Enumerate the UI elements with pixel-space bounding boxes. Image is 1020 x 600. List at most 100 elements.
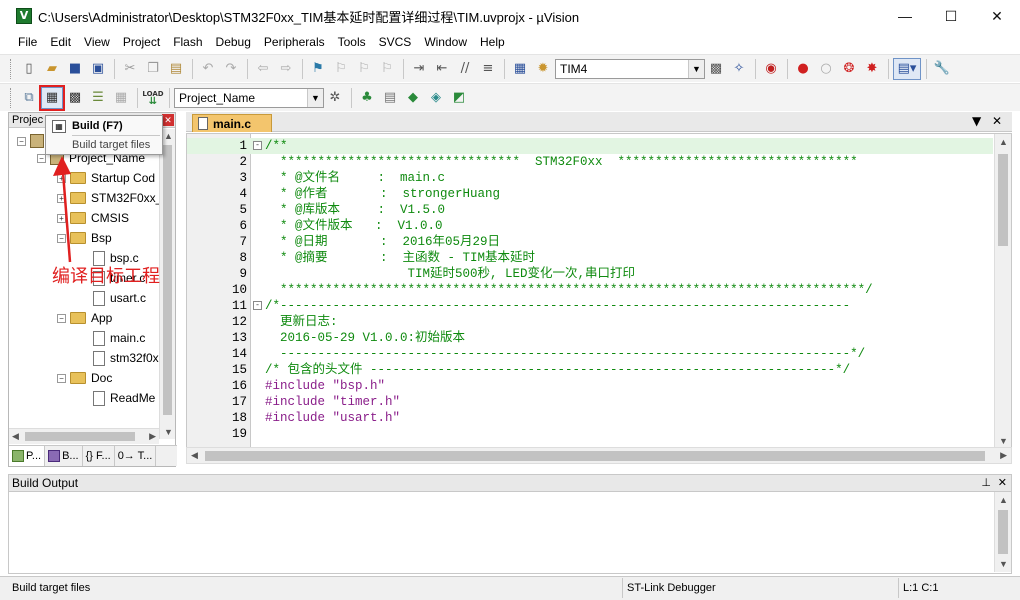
target-combo[interactable]: TIM4 ▼ bbox=[555, 58, 705, 79]
clear-bookmarks-icon[interactable]: ⚐ bbox=[376, 58, 398, 80]
wizard-icon[interactable]: ✧ bbox=[728, 58, 750, 80]
target-icon[interactable]: ✹ bbox=[532, 58, 554, 80]
find-icon[interactable]: ▩ bbox=[705, 58, 727, 80]
scrollbar-thumb[interactable] bbox=[25, 432, 135, 441]
tree-item-stm32f0x[interactable]: stm32f0x bbox=[93, 348, 159, 368]
target-options-icon[interactable]: ✲ bbox=[324, 87, 346, 109]
tab-main-c[interactable]: main.c bbox=[192, 114, 272, 132]
tab-project[interactable]: P... bbox=[9, 446, 46, 466]
build-output-scrollbar[interactable]: ▲ ▼ bbox=[994, 492, 1011, 572]
tree-item-readme[interactable]: ReadMe bbox=[93, 388, 155, 408]
project-vertical-scrollbar[interactable]: ▲ ▼ bbox=[159, 129, 175, 439]
disable-all-breakpoints-icon[interactable]: ❂ bbox=[838, 58, 860, 80]
code-line[interactable]: 5 * @库版本 : V1.5.0 bbox=[187, 202, 993, 218]
find-in-files-icon[interactable]: ▦ bbox=[509, 58, 531, 80]
menu-peripherals[interactable]: Peripherals bbox=[258, 32, 331, 52]
build-output-panel[interactable]: ▲ ▼ bbox=[8, 492, 1012, 574]
code-line[interactable]: 9 TIM延时500秒, LED变化一次,串口打印 bbox=[187, 266, 993, 282]
navigate-back-icon[interactable]: ⇦ bbox=[252, 58, 274, 80]
breakpoint-icon[interactable]: ● bbox=[792, 58, 814, 80]
code-line[interactable]: 8 * @摘要 : 主函数 - TIM基本延时 bbox=[187, 250, 993, 266]
collapse-icon[interactable]: − bbox=[57, 313, 66, 323]
uncomment-icon[interactable]: ≡ bbox=[477, 58, 499, 80]
save-all-icon[interactable]: ▣ bbox=[87, 58, 109, 80]
translate-icon[interactable]: ⧉ bbox=[18, 87, 40, 109]
paste-icon[interactable]: ▤ bbox=[165, 58, 187, 80]
code-line[interactable]: 4 * @作者 : strongerHuang bbox=[187, 186, 993, 202]
tab-functions[interactable]: {} F... bbox=[83, 446, 115, 466]
code-line[interactable]: 19 bbox=[187, 426, 993, 442]
menu-help[interactable]: Help bbox=[474, 32, 511, 52]
menu-window[interactable]: Window bbox=[418, 32, 473, 52]
code-line[interactable]: 12 更新日志: bbox=[187, 314, 993, 330]
scroll-right-icon[interactable]: ▶ bbox=[1000, 450, 1007, 461]
pack-installer-icon[interactable]: ◩ bbox=[448, 87, 470, 109]
maximize-button[interactable]: ☐ bbox=[928, 0, 974, 32]
kill-breakpoints-icon[interactable]: ✸ bbox=[861, 58, 883, 80]
scroll-up-icon[interactable]: ▲ bbox=[999, 495, 1008, 505]
window-layout-icon[interactable]: ▤▾ bbox=[893, 57, 921, 80]
prev-bookmark-icon[interactable]: ⚐ bbox=[330, 58, 352, 80]
redo-icon[interactable]: ↷ bbox=[220, 58, 242, 80]
new-file-icon[interactable]: ▯ bbox=[18, 58, 40, 80]
project-horizontal-scrollbar[interactable]: ◀ ▶ bbox=[9, 428, 159, 444]
tree-item-main-c[interactable]: main.c bbox=[93, 328, 145, 348]
code-line[interactable]: 17 #include "timer.h" bbox=[187, 394, 993, 410]
scroll-up-icon[interactable]: ▲ bbox=[164, 131, 173, 141]
code-line[interactable]: 18 #include "usart.h" bbox=[187, 410, 993, 426]
collapse-icon[interactable]: − bbox=[57, 373, 66, 383]
stop-build-icon[interactable]: ▦ bbox=[110, 87, 132, 109]
next-bookmark-icon[interactable]: ⚐ bbox=[353, 58, 375, 80]
menu-project[interactable]: Project bbox=[117, 32, 166, 52]
code-line[interactable]: 13 2016-05-29 V1.0.0:初始版本 bbox=[187, 330, 993, 346]
code-line[interactable]: 11-/*-----------------------------------… bbox=[187, 298, 993, 314]
menu-flash[interactable]: Flash bbox=[167, 32, 208, 52]
code-line[interactable]: 1-/** bbox=[187, 138, 993, 154]
pin-icon[interactable]: ⊥ bbox=[981, 475, 991, 491]
indent-icon[interactable]: ⇥ bbox=[408, 58, 430, 80]
close-tab-icon[interactable]: ✕ bbox=[992, 114, 1002, 128]
manage-components-icon[interactable]: ♣ bbox=[356, 87, 378, 109]
build-icon[interactable]: ▦ bbox=[39, 84, 65, 111]
cut-icon[interactable]: ✂ bbox=[119, 58, 141, 80]
menu-debug[interactable]: Debug bbox=[210, 32, 257, 52]
chevron-down-icon[interactable]: ▼ bbox=[688, 59, 704, 78]
chevron-down-icon[interactable]: ▼ bbox=[307, 88, 323, 107]
fold-toggle-icon[interactable]: - bbox=[253, 141, 262, 150]
tab-templates[interactable]: 0→ T... bbox=[115, 446, 157, 466]
code-line[interactable]: 16 #include "bsp.h" bbox=[187, 378, 993, 394]
editor-vertical-scrollbar[interactable]: ▲ ▼ bbox=[994, 134, 1011, 447]
file-extensions-icon[interactable]: ▤ bbox=[379, 87, 401, 109]
tab-books[interactable]: B... bbox=[45, 446, 83, 466]
code-line[interactable]: 14 -------------------------------------… bbox=[187, 346, 993, 362]
scrollbar-thumb[interactable] bbox=[998, 510, 1008, 554]
scrollbar-thumb[interactable] bbox=[205, 451, 985, 461]
scrollbar-thumb[interactable] bbox=[998, 154, 1008, 246]
code-line[interactable]: 6 * @文件版本 : V1.0.0 bbox=[187, 218, 993, 234]
scroll-down-icon[interactable]: ▼ bbox=[164, 427, 173, 437]
bookmark-icon[interactable]: ⚑ bbox=[307, 58, 329, 80]
toolbar-grip[interactable] bbox=[10, 58, 14, 79]
batch-build-icon[interactable]: ☰ bbox=[87, 87, 109, 109]
navigate-forward-icon[interactable]: ⇨ bbox=[275, 58, 297, 80]
menu-file[interactable]: File bbox=[12, 32, 43, 52]
close-icon[interactable]: ✕ bbox=[998, 475, 1007, 491]
undo-icon[interactable]: ↶ bbox=[197, 58, 219, 80]
tab-list-dropdown-icon[interactable]: ▼ bbox=[972, 114, 981, 128]
toolbar-grip[interactable] bbox=[10, 87, 14, 108]
comment-icon[interactable]: // bbox=[454, 58, 476, 80]
debug-session-icon[interactable]: ◉ bbox=[760, 58, 782, 80]
save-icon[interactable]: ■ bbox=[64, 58, 86, 80]
minimize-button[interactable]: — bbox=[882, 0, 928, 32]
collapse-icon[interactable]: − bbox=[17, 136, 26, 146]
code-line[interactable]: 15 /* 包含的头文件 ----------------------------… bbox=[187, 362, 993, 378]
code-line[interactable]: 7 * @日期 : 2016年05月29日 bbox=[187, 234, 993, 250]
open-folder-icon[interactable]: ▰ bbox=[41, 58, 63, 80]
fold-toggle-icon[interactable]: - bbox=[253, 301, 262, 310]
editor-horizontal-scrollbar[interactable]: ◀ ▶ bbox=[186, 447, 1012, 464]
manage-rte-icon[interactable]: ◆ bbox=[402, 87, 424, 109]
download-icon[interactable]: LOAD ⇊ bbox=[142, 87, 164, 109]
configure-icon[interactable]: 🔧 bbox=[931, 58, 953, 80]
copy-icon[interactable]: ❐ bbox=[142, 58, 164, 80]
code-editor[interactable]: 1-/** 2 ******************************** … bbox=[186, 133, 1012, 448]
